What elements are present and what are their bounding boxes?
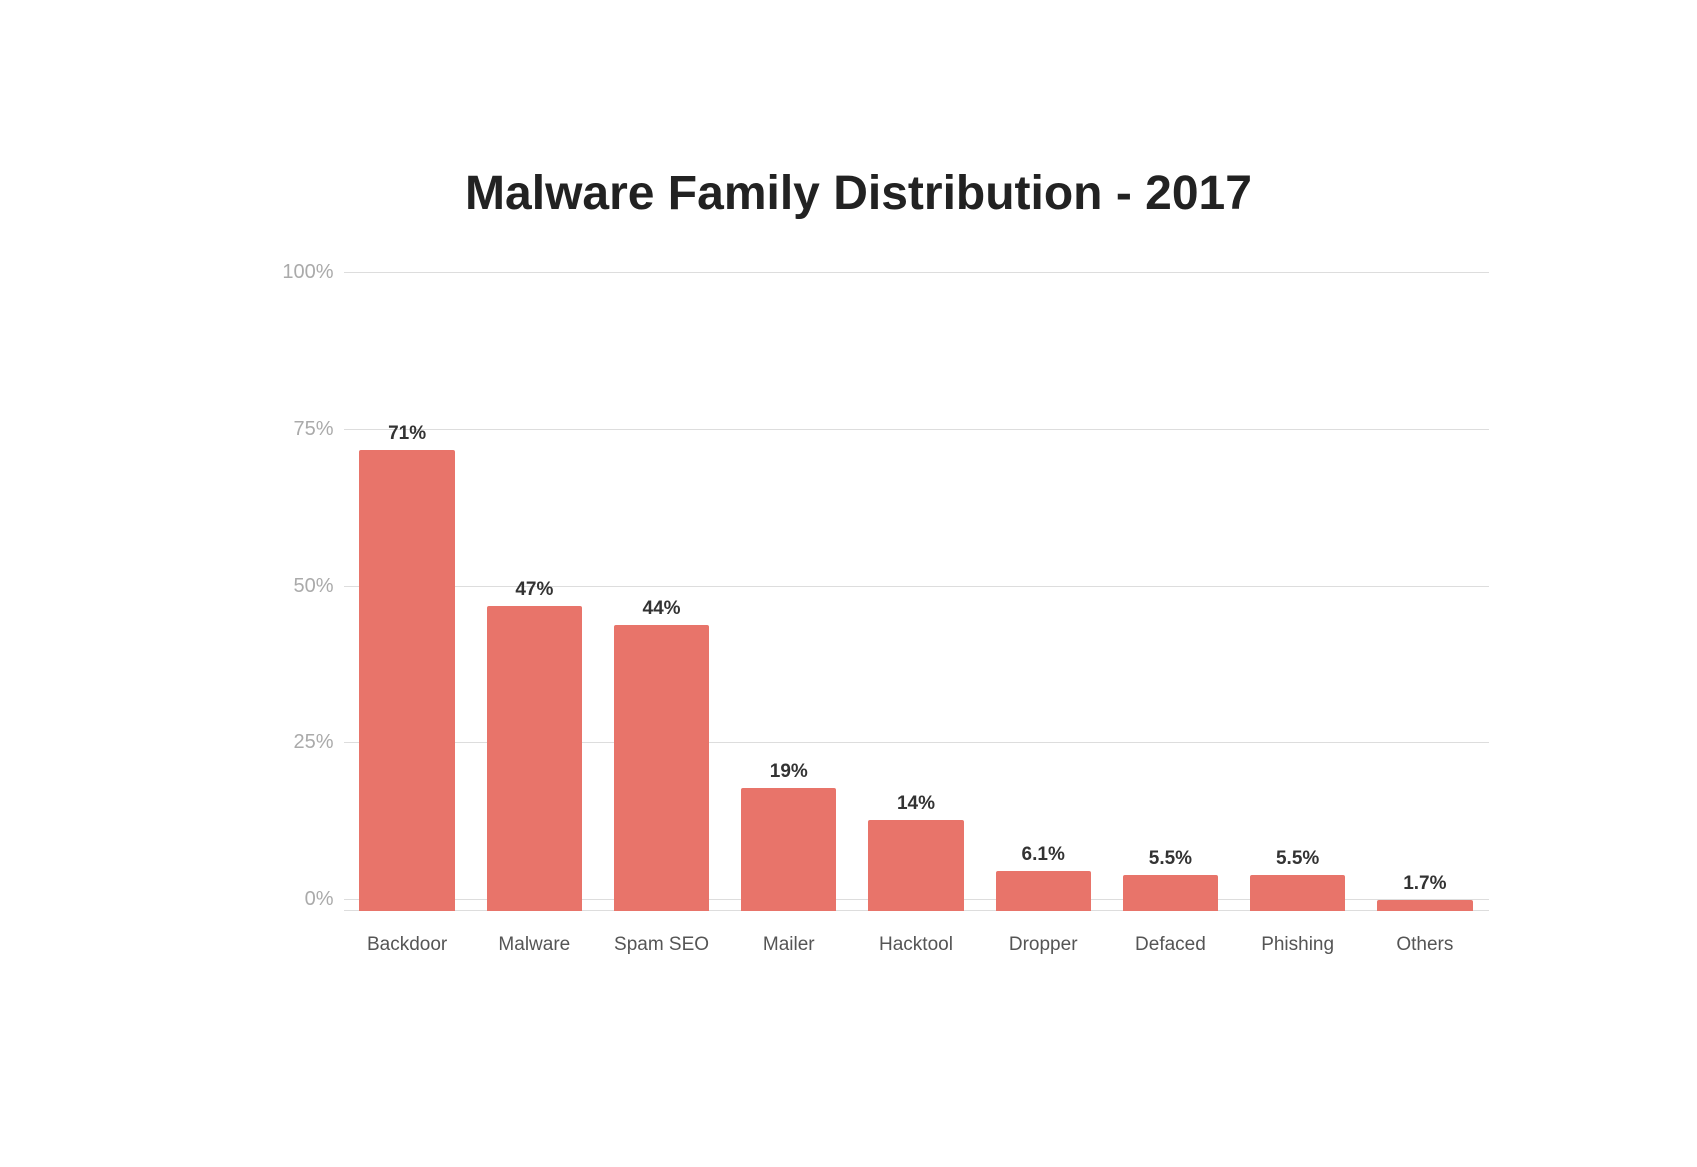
- bar-value: 14%: [897, 793, 935, 815]
- bar-wrapper: 6.1%: [996, 844, 1091, 911]
- y-axis-label: 75%: [279, 418, 334, 441]
- bar-group: 19% Mailer: [725, 261, 852, 911]
- bar-value: 5.5%: [1149, 848, 1192, 870]
- bar-group: 44% Spam SEO: [598, 261, 725, 911]
- bar: [1377, 900, 1472, 911]
- bar-label: Others: [1396, 934, 1453, 956]
- bar-wrapper: 14%: [868, 793, 963, 911]
- bar-label: Dropper: [1009, 934, 1078, 956]
- bar: [359, 450, 454, 912]
- bar-value: 6.1%: [1022, 844, 1065, 866]
- bar-value: 71%: [388, 423, 426, 445]
- bar-group: 5.5% Defaced: [1107, 261, 1234, 911]
- bar-label: Backdoor: [367, 934, 447, 956]
- y-axis-label: 0%: [279, 888, 334, 911]
- chart-title: Malware Family Distribution - 2017: [229, 166, 1489, 221]
- bar-value: 1.7%: [1403, 873, 1446, 895]
- bar-group: 1.7% Others: [1361, 261, 1488, 911]
- y-axis-label: 25%: [279, 731, 334, 754]
- bar-wrapper: 47%: [487, 579, 582, 912]
- bar-label: Malware: [498, 934, 570, 956]
- bar-value: 19%: [770, 761, 808, 783]
- bar-group: 5.5% Phishing: [1234, 261, 1361, 911]
- bar-label: Hacktool: [879, 934, 953, 956]
- bar: [614, 625, 709, 911]
- bar: [1250, 875, 1345, 911]
- bar-wrapper: 1.7%: [1377, 873, 1472, 911]
- bar-group: 6.1% Dropper: [980, 261, 1107, 911]
- chart-area: 100% 75% 50% 25% 0% 71% Backdoor 47% Mal…: [229, 261, 1489, 961]
- bar-group: 71% Backdoor: [344, 261, 471, 911]
- bar-group: 14% Hacktool: [852, 261, 979, 911]
- bar: [741, 788, 836, 912]
- bar-wrapper: 44%: [614, 598, 709, 911]
- bar-wrapper: 71%: [359, 423, 454, 912]
- bar-wrapper: 5.5%: [1250, 848, 1345, 911]
- chart-container: Malware Family Distribution - 2017 100% …: [149, 126, 1549, 1041]
- bar-label: Defaced: [1135, 934, 1206, 956]
- bars-area: 71% Backdoor 47% Malware 44% Spam SEO 19…: [344, 261, 1489, 911]
- y-axis-label: 100%: [279, 261, 334, 284]
- bar: [1123, 875, 1218, 911]
- bar-value: 5.5%: [1276, 848, 1319, 870]
- y-axis-label: 50%: [279, 575, 334, 598]
- bar-label: Mailer: [763, 934, 815, 956]
- bar-wrapper: 19%: [741, 761, 836, 912]
- bar-value: 47%: [515, 579, 553, 601]
- bar: [487, 606, 582, 912]
- bar-value: 44%: [643, 598, 681, 620]
- bar: [996, 871, 1091, 911]
- bar-label: Phishing: [1261, 934, 1334, 956]
- bar-group: 47% Malware: [471, 261, 598, 911]
- bar-wrapper: 5.5%: [1123, 848, 1218, 911]
- bar: [868, 820, 963, 911]
- bar-label: Spam SEO: [614, 934, 709, 956]
